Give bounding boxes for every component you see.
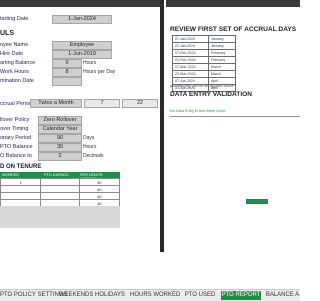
rollover-timing-label: over Timing — [0, 126, 29, 132]
accrual-month: March — [207, 63, 237, 71]
pto-balance-to-unit: Decimals — [83, 153, 104, 159]
table-row: 07-Jan-2024 January — [172, 35, 237, 43]
selected-cell[interactable] — [246, 199, 268, 204]
accrual-month: February — [207, 56, 237, 64]
employee-name-field[interactable]: Employee — [52, 41, 112, 50]
tenure-header-col-2: PTO EARNED — [44, 173, 69, 177]
accrual-period-label: ccrual Period — [0, 101, 33, 107]
probationary-period-field[interactable]: 90 — [38, 134, 82, 143]
accrual-date: 07-Feb-2024 — [172, 49, 209, 57]
validation-rule — [170, 116, 300, 117]
tenure-cell[interactable]: 40 — [78, 178, 121, 186]
pto-balance-to-field[interactable]: 2 — [38, 152, 82, 161]
probationary-period-label: onary Period — [0, 135, 32, 141]
hire-date-field[interactable]: 1-Jun-2019 — [52, 50, 112, 59]
work-hours-unit: Hours per Day — [83, 69, 116, 75]
tenure-cell[interactable]: 1 — [0, 178, 42, 186]
work-hours-label: Work Hours — [0, 69, 29, 75]
accrual-month: January — [207, 42, 237, 50]
tenure-cell[interactable] — [0, 192, 42, 200]
starting-balance-unit: Hours — [83, 60, 97, 66]
table-row: 40 — [0, 185, 121, 193]
section-heading: ULS — [0, 30, 14, 37]
header-bar-left — [0, 0, 164, 7]
tab-hours-worked[interactable]: HOURS WORKED — [130, 291, 180, 300]
tab-pto-used[interactable]: PTO USED — [184, 291, 216, 300]
pto-balance-to-label: O Balance to — [0, 153, 32, 159]
pto-balance-unit: Hours — [83, 144, 97, 150]
pto-balance-label: PTO Balance — [0, 144, 33, 150]
tab-pto-policy-settings[interactable]: PTO POLICY SETTINGS — [0, 291, 67, 300]
accrual-date: 22-Jan-2024 — [172, 42, 209, 50]
accrual-review-title: REVIEW FIRST SET OF ACCRUAL DAYS — [170, 26, 297, 33]
accrual-period-select[interactable]: Twice a Month — [30, 99, 82, 108]
rollover-timing-select[interactable]: Calendar Year — [38, 125, 82, 134]
validation-message: No Data Entry Errors Were Done — [170, 109, 226, 113]
work-hours-field[interactable]: 8 — [52, 68, 82, 77]
rollover-policy-select[interactable]: Zero Rollover — [38, 116, 82, 125]
table-row: 22-Jan-2024 January — [172, 42, 237, 50]
rollover-policy-label: llover Policy — [0, 117, 30, 123]
accrual-day-2[interactable]: 22 — [122, 99, 158, 108]
accrual-month: January — [207, 35, 237, 43]
tenure-header-col-1: WORKED — [2, 173, 20, 177]
accrual-note: probationary period not applied above — [170, 84, 234, 88]
table-row: 40 — [0, 192, 121, 200]
starting-date-field[interactable]: 1-Jan-2024 — [52, 15, 112, 24]
starting-balance-label: arting Balance — [0, 60, 36, 66]
tab-weekends-holidays[interactable]: WEEKENDS HOLIDAYS — [59, 291, 125, 300]
tenure-cell[interactable] — [40, 178, 80, 186]
accrual-month: February — [207, 49, 237, 57]
tenure-cell[interactable] — [40, 192, 80, 200]
accrual-month: March — [207, 70, 237, 78]
table-row: 07-Mar-2024 March — [172, 63, 237, 71]
validation-title: DATA ENTRY VALIDATION — [170, 91, 253, 98]
pto-balance-field[interactable]: 30 — [38, 143, 82, 152]
table-row: 22-Feb-2024 February — [172, 56, 237, 64]
termination-date-field[interactable] — [52, 77, 82, 86]
employee-name-label: oyee Name — [0, 42, 29, 48]
tenure-table-blank-rows — [0, 206, 120, 228]
accrual-date: 07-Mar-2024 — [172, 63, 209, 71]
tab-balance[interactable]: BALANCE A — [265, 291, 300, 300]
hire-date-label: Hire Date — [0, 51, 24, 57]
tenure-table: 1 40 40 40 40 — [0, 178, 121, 207]
table-row: 22-Mar-2024 March — [172, 70, 237, 78]
accrual-day-1[interactable]: 7 — [84, 99, 120, 108]
starting-balance-field[interactable]: 0 — [52, 59, 82, 68]
probationary-period-unit: Days — [83, 135, 95, 141]
starting-date-label: tarting Date — [0, 16, 29, 22]
tab-pto-report[interactable]: PTO REPORT — [221, 291, 261, 300]
column-divider — [160, 0, 164, 252]
termination-date-label: mination Date — [0, 78, 34, 84]
tenure-cell[interactable] — [40, 185, 80, 193]
accrual-date: 07-Jan-2024 — [172, 35, 209, 43]
header-bar-right — [166, 0, 300, 7]
accrual-date: 22-Mar-2024 — [172, 70, 209, 78]
table-row: 1 40 — [0, 178, 121, 186]
tenure-heading: D ON TENURE — [0, 164, 42, 170]
tenure-cell[interactable]: 40 — [78, 185, 121, 193]
table-row: 07-Feb-2024 February — [172, 49, 237, 57]
tenure-cell[interactable] — [0, 185, 42, 193]
tenure-cell[interactable]: 40 — [78, 192, 121, 200]
accrual-date: 22-Feb-2024 — [172, 56, 209, 64]
